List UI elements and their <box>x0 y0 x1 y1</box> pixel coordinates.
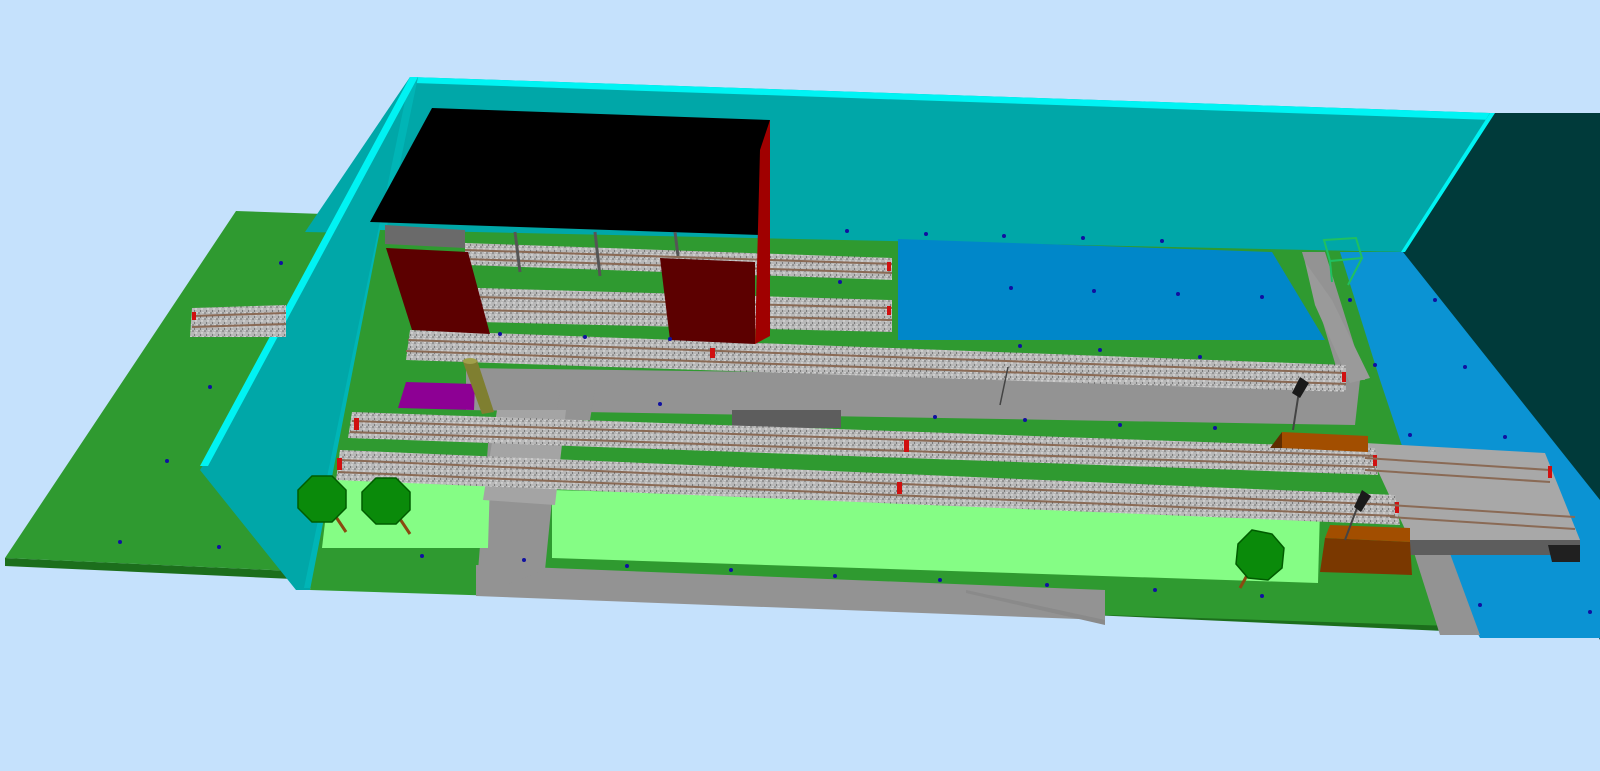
water-pond <box>898 239 1325 340</box>
shed-wall-right <box>660 258 755 344</box>
left-stub-track[interactable] <box>190 305 287 337</box>
layout-scene[interactable] <box>0 0 1600 771</box>
road-dark-patch <box>732 410 841 428</box>
orange-box-lower[interactable] <box>1320 525 1412 575</box>
bridge-pillar <box>1548 545 1580 562</box>
purple-box[interactable] <box>398 382 475 410</box>
3d-viewport[interactable] <box>0 0 1600 771</box>
shed-roof <box>370 108 770 235</box>
